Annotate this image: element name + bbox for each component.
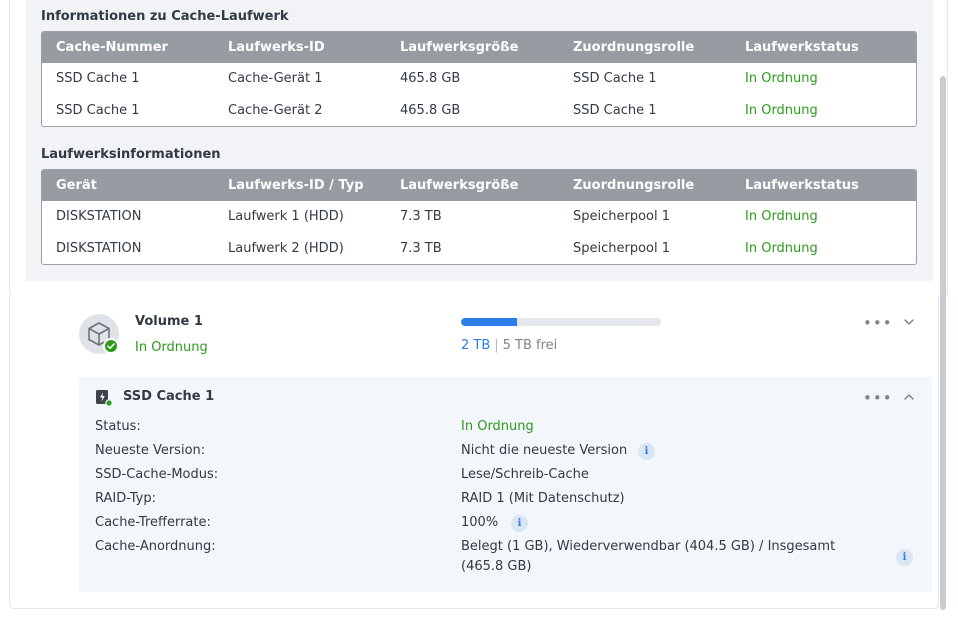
cache-drive-section-title: Informationen zu Cache-Laufwerk <box>41 9 289 24</box>
ssd-cache-icon <box>95 389 113 407</box>
status-text: In Ordnung <box>745 209 818 224</box>
chevron-up-icon[interactable] <box>901 389 917 405</box>
separator: | <box>494 338 499 353</box>
column-header[interactable]: Laufwerks-ID <box>228 40 325 55</box>
property-value-continued: (465.8 GB) <box>461 559 532 574</box>
column-header[interactable]: Laufwerksgröße <box>400 40 518 55</box>
property-label: Cache-Trefferrate: <box>95 515 211 530</box>
status-value: In Ordnung <box>461 419 534 434</box>
table-cell: Cache-Gerät 2 <box>228 103 323 118</box>
table-row[interactable]: DISKSTATION Laufwerk 1 (HDD) 7.3 TB Spei… <box>42 201 916 233</box>
column-header[interactable]: Laufwerksgröße <box>400 178 518 193</box>
volume-name: Volume 1 <box>135 314 203 329</box>
property-value: 100% <box>461 515 499 530</box>
property-label: Neueste Version: <box>95 443 206 458</box>
used-space: 2 TB <box>461 338 491 353</box>
table-row[interactable]: DISKSTATION Laufwerk 2 (HDD) 7.3 TB Spei… <box>42 233 916 264</box>
info-icon[interactable]: i <box>896 549 913 566</box>
table-cell: DISKSTATION <box>56 209 142 224</box>
drive-info-section-title: Laufwerksinformationen <box>41 147 221 162</box>
status-text: In Ordnung <box>745 71 818 86</box>
property-value: Nicht die neueste Version <box>461 443 628 458</box>
cache-drive-table: Cache-Nummer Laufwerks-ID Laufwerksgröße… <box>41 31 917 127</box>
status-text: In Ordnung <box>745 103 818 118</box>
table-header: Gerät Laufwerks-ID / Typ Laufwerksgröße … <box>42 170 916 201</box>
property-value: Belegt (1 GB), Wiederverwendbar (404.5 G… <box>461 539 836 554</box>
property-label: RAID-Typ: <box>95 491 156 506</box>
property-value: Lese/Schreib-Cache <box>461 467 589 482</box>
more-options-button[interactable]: ••• <box>863 316 892 334</box>
column-header[interactable]: Zuordnungsrolle <box>573 40 694 55</box>
table-cell: Speicherpool 1 <box>573 209 671 224</box>
table-cell: Laufwerk 2 (HDD) <box>228 241 344 256</box>
column-header[interactable]: Cache-Nummer <box>56 40 168 55</box>
usage-progress-fill <box>461 318 517 326</box>
table-cell: SSD Cache 1 <box>573 71 657 86</box>
table-cell: 7.3 TB <box>400 209 442 224</box>
usage-progress-bar <box>461 318 661 326</box>
column-header[interactable]: Gerät <box>56 178 97 193</box>
table-cell: Speicherpool 1 <box>573 241 671 256</box>
free-space: 5 TB frei <box>502 338 558 353</box>
usage-text: 2 TB | 5 TB frei <box>461 338 557 353</box>
property-label: Cache-Anordnung: <box>95 539 216 554</box>
table-cell: SSD Cache 1 <box>56 103 140 118</box>
property-label: Status: <box>95 419 141 434</box>
table-cell: Cache-Gerät 1 <box>228 71 323 86</box>
table-cell: DISKSTATION <box>56 241 142 256</box>
column-header[interactable]: Laufwerkstatus <box>745 178 859 193</box>
volume-status: In Ordnung <box>135 340 208 355</box>
table-row[interactable]: SSD Cache 1 Cache-Gerät 2 465.8 GB SSD C… <box>42 95 916 126</box>
info-icon[interactable]: i <box>511 515 528 532</box>
property-value: RAID 1 (Mit Datenschutz) <box>461 491 625 506</box>
table-cell: SSD Cache 1 <box>573 103 657 118</box>
table-cell: 465.8 GB <box>400 71 461 86</box>
table-header: Cache-Nummer Laufwerks-ID Laufwerksgröße… <box>42 32 916 63</box>
column-header[interactable]: Laufwerkstatus <box>745 40 859 55</box>
check-icon <box>103 338 119 354</box>
chevron-down-icon[interactable] <box>901 314 917 330</box>
ssd-cache-title: SSD Cache 1 <box>123 389 215 404</box>
table-cell: 7.3 TB <box>400 241 442 256</box>
drive-info-table: Gerät Laufwerks-ID / Typ Laufwerksgröße … <box>41 169 917 265</box>
table-cell: SSD Cache 1 <box>56 71 140 86</box>
property-label: SSD-Cache-Modus: <box>95 467 219 482</box>
info-icon[interactable]: i <box>638 443 655 460</box>
table-row[interactable]: SSD Cache 1 Cache-Gerät 1 465.8 GB SSD C… <box>42 63 916 95</box>
column-header[interactable]: Laufwerks-ID / Typ <box>228 178 364 193</box>
status-text: In Ordnung <box>745 241 818 256</box>
scrollbar-thumb[interactable] <box>940 76 946 610</box>
column-header[interactable]: Zuordnungsrolle <box>573 178 694 193</box>
table-cell: 465.8 GB <box>400 103 461 118</box>
more-options-button[interactable]: ••• <box>863 391 892 409</box>
table-cell: Laufwerk 1 (HDD) <box>228 209 344 224</box>
